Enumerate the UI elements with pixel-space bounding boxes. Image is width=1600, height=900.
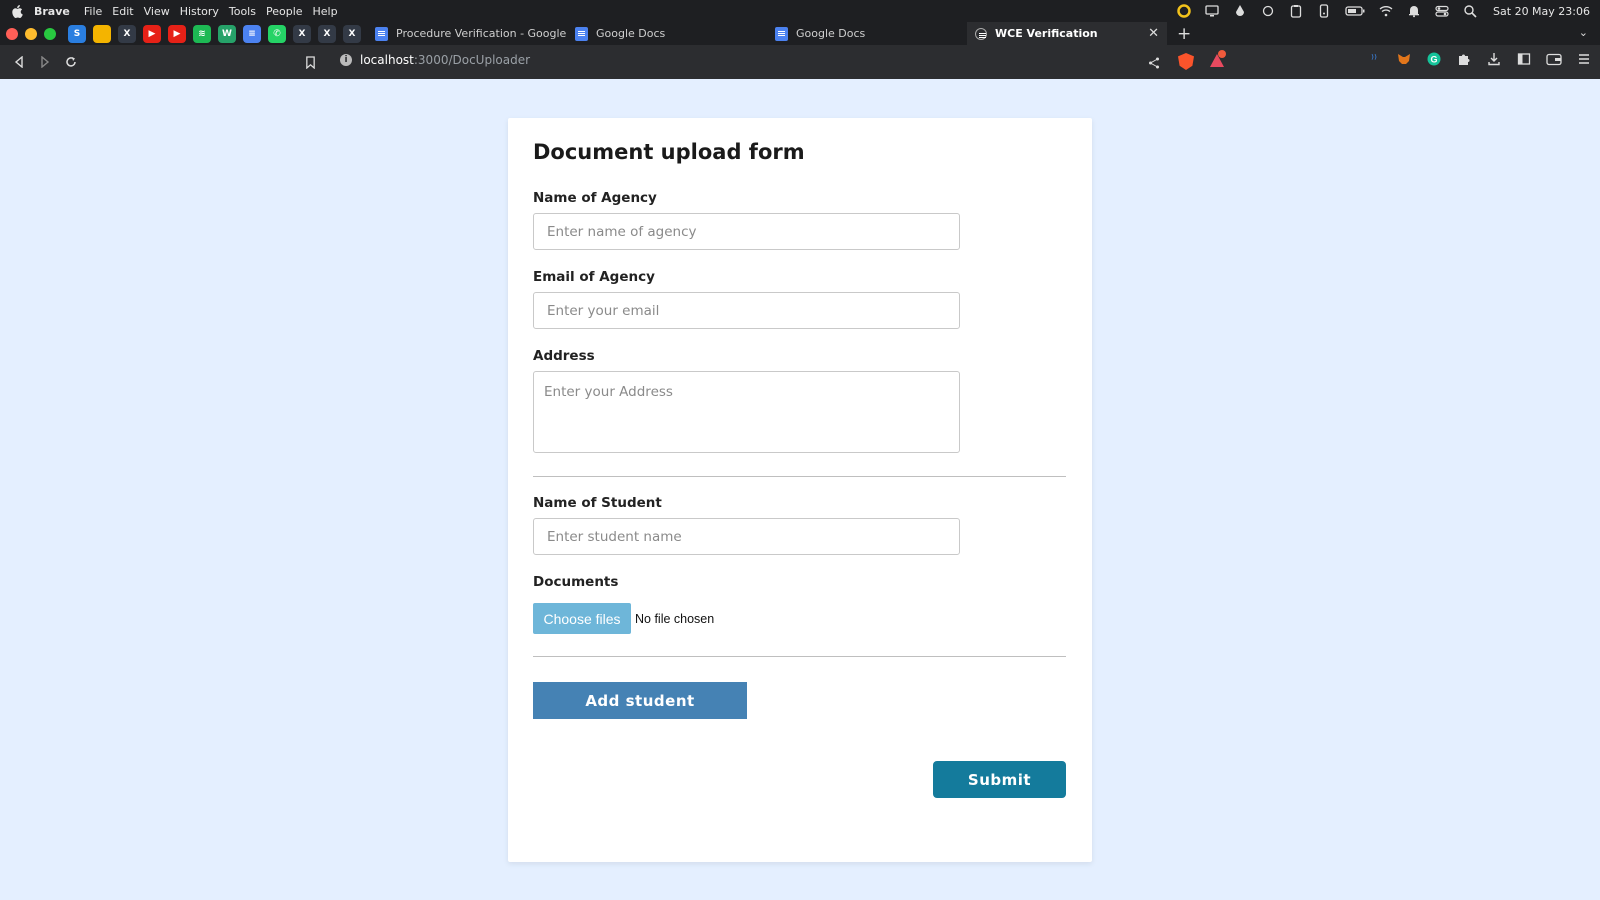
spotlight-search-icon[interactable] [1463, 4, 1477, 18]
agency-email-input[interactable] [533, 292, 960, 329]
wifi-icon[interactable] [1379, 4, 1393, 18]
youtube-icon[interactable]: ▶ [168, 24, 186, 43]
rewards-badge [1218, 50, 1226, 58]
address-textarea[interactable] [533, 371, 960, 453]
menu-view[interactable]: View [144, 5, 170, 18]
form-title: Document upload form [533, 140, 805, 164]
spotify-icon[interactable]: ≋ [193, 24, 211, 43]
macos-menu-bar: Brave File Edit View History Tools Peopl… [0, 0, 1600, 22]
menu-history[interactable]: History [180, 5, 219, 18]
back-icon[interactable] [6, 49, 32, 75]
x-icon[interactable]: X [318, 24, 336, 43]
address-bar[interactable]: i localhost:3000/DocUploader [340, 53, 530, 67]
agency-email-label: Email of Agency [533, 269, 655, 285]
documents-file-input: Choose files No file chosen [533, 603, 714, 634]
tab-google-docs-1[interactable]: Google Docs [567, 22, 767, 45]
download-icon[interactable] [1486, 51, 1502, 67]
brave-shields-icon[interactable] [1178, 53, 1194, 70]
webflow-icon[interactable]: W [218, 24, 236, 43]
zoom-window-button[interactable] [44, 27, 56, 40]
close-tab-icon[interactable]: ✕ [1148, 26, 1159, 41]
tab-label: Google Docs [796, 27, 866, 40]
menu-people[interactable]: People [266, 5, 303, 18]
notification-bell-icon[interactable] [1407, 4, 1421, 18]
control-center-icon[interactable] [1435, 4, 1449, 18]
battery-icon[interactable] [1345, 4, 1365, 18]
status-area: Sat 20 May 23:06 [1177, 0, 1590, 22]
ring-icon[interactable] [1177, 4, 1191, 18]
drop-icon[interactable] [1233, 4, 1247, 18]
tab-label: Procedure Verification - Google Do [396, 27, 567, 40]
clipboard-icon[interactable] [1289, 4, 1303, 18]
browser-toolbar: i localhost:3000/DocUploader ⁾⁾ G [0, 45, 1600, 79]
url-path: :3000/DocUploader [413, 53, 531, 67]
circle-icon[interactable] [1261, 4, 1275, 18]
x-icon[interactable]: X [343, 24, 361, 43]
student-name-label: Name of Student [533, 495, 662, 511]
tab-strip: S X ▶ ▶ ≋ W ≡ ✆ X X X Procedure Verification - Goo… [0, 22, 1600, 45]
keep-icon[interactable] [93, 24, 111, 43]
choose-files-button[interactable]: Choose files [533, 603, 631, 634]
display-icon[interactable] [1205, 4, 1219, 18]
section-divider [533, 656, 1066, 657]
file-status-text: No file chosen [635, 611, 715, 626]
reload-icon[interactable] [58, 49, 84, 75]
s-icon[interactable]: S [68, 24, 86, 43]
url-host: localhost [360, 53, 414, 67]
submit-button[interactable]: Submit [933, 761, 1066, 798]
docs-icon[interactable]: ≡ [243, 24, 261, 43]
clock[interactable]: Sat 20 May 23:06 [1493, 5, 1590, 18]
menu-help[interactable]: Help [313, 5, 338, 18]
section-divider [533, 476, 1066, 477]
menu-tools[interactable]: Tools [229, 5, 256, 18]
pinned-tabs: S X ▶ ▶ ≋ W ≡ ✆ X X X [68, 24, 361, 43]
add-student-button[interactable]: Add student [533, 682, 747, 719]
share-icon[interactable] [1148, 54, 1160, 73]
new-tab-plus-icon[interactable]: + [1177, 24, 1191, 44]
menu-edit[interactable]: Edit [112, 5, 133, 18]
menu-file[interactable]: File [84, 5, 102, 18]
tab-procedure-verification[interactable]: Procedure Verification - Google Do [367, 22, 567, 45]
sidebar-icon[interactable] [1516, 51, 1532, 67]
x-icon[interactable]: X [118, 24, 136, 43]
read-aloud-icon[interactable]: ⁾⁾ [1366, 51, 1382, 67]
site-info-icon[interactable]: i [340, 54, 352, 66]
forward-icon[interactable] [32, 49, 58, 75]
upload-form-card: Document upload form Name of Agency Emai… [508, 118, 1092, 862]
youtube-icon[interactable]: ▶ [143, 24, 161, 43]
extensions-area: ⁾⁾ G [1366, 51, 1592, 67]
extensions-puzzle-icon[interactable] [1456, 51, 1472, 67]
whatsapp-icon[interactable]: ✆ [268, 24, 286, 43]
google-docs-icon [775, 26, 788, 41]
svg-text:G: G [1430, 55, 1437, 65]
grammarly-icon[interactable]: G [1426, 51, 1442, 67]
tab-search-chevron-icon[interactable]: ⌄ [1579, 26, 1588, 39]
tab-label: WCE Verification [995, 27, 1098, 40]
bookmark-icon[interactable] [305, 54, 316, 73]
agency-name-input[interactable] [533, 213, 960, 250]
google-docs-icon [375, 26, 388, 41]
close-window-button[interactable] [6, 27, 18, 40]
device-icon[interactable] [1317, 4, 1331, 18]
google-docs-icon [575, 26, 588, 41]
globe-icon [975, 27, 987, 40]
menu-hamburger-icon[interactable] [1576, 51, 1592, 67]
tab-label: Google Docs [596, 27, 666, 40]
apple-menu-icon[interactable] [0, 4, 34, 18]
window-controls [0, 27, 56, 40]
wallet-icon[interactable] [1546, 51, 1562, 67]
tab-google-docs-2[interactable]: Google Docs [767, 22, 967, 45]
address-label: Address [533, 348, 595, 364]
documents-label: Documents [533, 574, 619, 590]
x-icon[interactable]: X [293, 24, 311, 43]
metamask-icon[interactable] [1396, 51, 1412, 67]
tab-wce-verification[interactable]: WCE Verification ✕ [967, 22, 1167, 45]
app-name[interactable]: Brave [34, 5, 70, 18]
agency-name-label: Name of Agency [533, 190, 657, 206]
minimize-window-button[interactable] [25, 27, 37, 40]
student-name-input[interactable] [533, 518, 960, 555]
